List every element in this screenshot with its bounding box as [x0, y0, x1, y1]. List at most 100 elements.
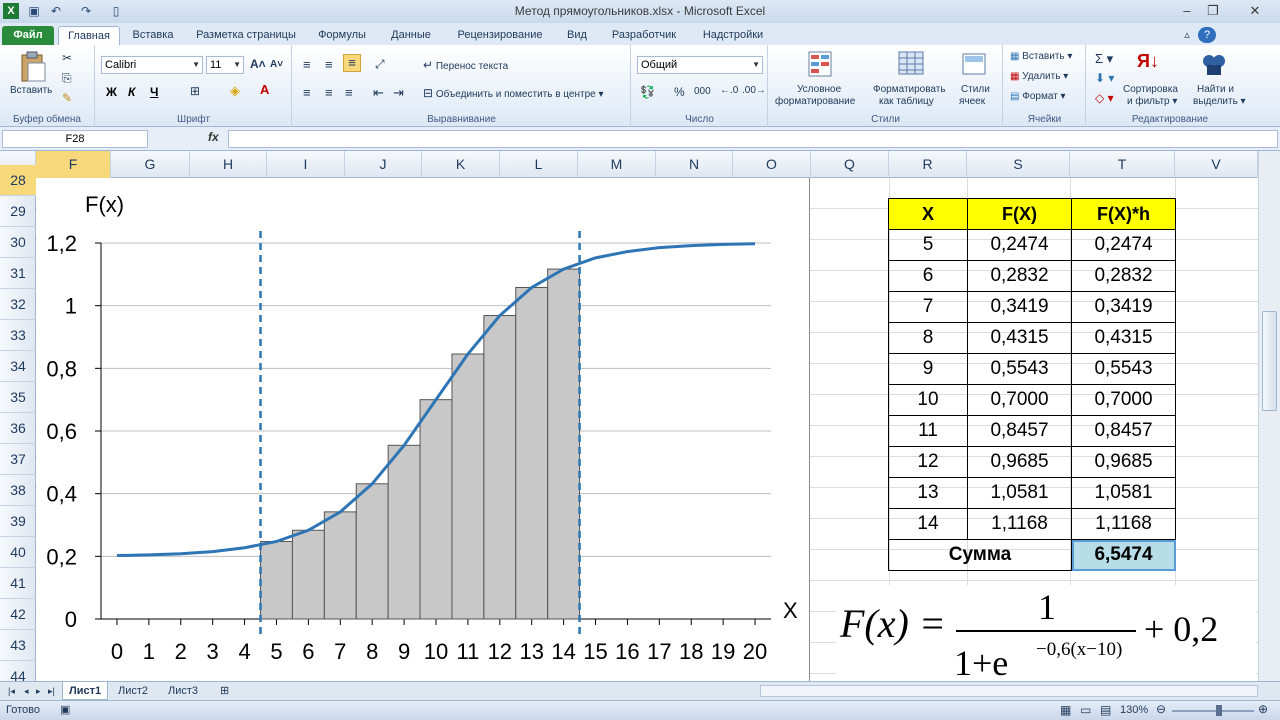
format-painter-icon[interactable]: ✎: [62, 91, 72, 105]
tab-addins[interactable]: Надстройки: [694, 26, 772, 45]
align-middle-icon[interactable]: ≡: [325, 57, 333, 72]
column-header[interactable]: S: [967, 151, 1070, 178]
table-cell[interactable]: 0,9685: [967, 446, 1072, 478]
cell-styles-icon[interactable]: [961, 50, 989, 78]
conditional-format-label2[interactable]: форматирование: [775, 96, 855, 107]
row-header[interactable]: 43: [0, 630, 36, 661]
table-cell[interactable]: 5: [888, 229, 968, 261]
row-header[interactable]: 36: [0, 413, 36, 444]
close-icon[interactable]: ✕: [1244, 2, 1266, 20]
table-cell[interactable]: 12: [888, 446, 968, 478]
table-cell[interactable]: 0,7000: [1071, 384, 1176, 416]
table-cell[interactable]: 0,2474: [967, 229, 1072, 261]
chart[interactable]: 0 0,2 0,4 0,6 0,8 1 1,2 0 1 2 3 4 5 6 7 8 9 10 11 12 13 14 15 1…: [37, 178, 810, 682]
font-size-select[interactable]: 11 ▼: [206, 56, 244, 74]
help-icon[interactable]: ?: [1198, 27, 1216, 43]
table-cell[interactable]: 0,2832: [967, 260, 1072, 292]
align-right-icon[interactable]: ≡: [345, 85, 353, 100]
table-cell[interactable]: 0,5543: [1071, 353, 1176, 385]
row-header[interactable]: 32: [0, 289, 36, 320]
table-cell[interactable]: 8: [888, 322, 968, 354]
new-sheet-icon[interactable]: ⊞: [214, 682, 235, 700]
formula-input[interactable]: [228, 130, 1278, 148]
column-header[interactable]: J: [345, 151, 422, 178]
table-cell[interactable]: 1,0581: [967, 477, 1072, 509]
orientation-icon[interactable]: ⤢: [375, 57, 385, 72]
wrap-text-button[interactable]: ↵ Перенос текста: [423, 58, 508, 72]
row-header[interactable]: 31: [0, 258, 36, 289]
format-table-label[interactable]: Форматировать: [873, 84, 946, 95]
find-select-label[interactable]: Найти и: [1197, 84, 1234, 95]
minimize-icon[interactable]: –: [1176, 2, 1198, 20]
cell-styles-label[interactable]: Стили: [961, 84, 990, 95]
underline-button[interactable]: Ч: [150, 85, 158, 99]
clear-icon[interactable]: ◇ ▾: [1095, 91, 1114, 105]
conditional-format-icon[interactable]: [807, 50, 835, 78]
table-cell[interactable]: 0,5543: [967, 353, 1072, 385]
cell-styles-label2[interactable]: ячеек: [959, 96, 985, 107]
table-cell[interactable]: 13: [888, 477, 968, 509]
row-header[interactable]: 39: [0, 506, 36, 537]
decrease-decimal-icon[interactable]: .00→: [742, 85, 766, 96]
table-header-x[interactable]: X: [888, 198, 968, 230]
column-header[interactable]: M: [578, 151, 656, 178]
sort-filter-icon[interactable]: Я↓: [1137, 51, 1159, 72]
table-header-fx[interactable]: F(X): [967, 198, 1072, 230]
row-header[interactable]: 28: [0, 165, 36, 196]
insert-function-button[interactable]: fx: [208, 130, 219, 144]
number-format-select[interactable]: Общий ▼: [637, 56, 763, 74]
formula-image[interactable]: F(x) = 1 1+e −0,6(x−10) + 0,2: [836, 585, 1256, 683]
borders-icon[interactable]: ⊞: [190, 84, 200, 98]
column-header[interactable]: K: [422, 151, 500, 178]
zoom-in-icon[interactable]: ⊕: [1258, 702, 1268, 716]
table-cell[interactable]: 0,2832: [1071, 260, 1176, 292]
normal-view-icon[interactable]: ▦: [1060, 703, 1071, 717]
table-cell[interactable]: 0,7000: [967, 384, 1072, 416]
sum-label[interactable]: Сумма: [888, 539, 1072, 571]
align-left-icon[interactable]: ≡: [303, 85, 311, 100]
table-cell[interactable]: 1,1168: [967, 508, 1072, 540]
column-header[interactable]: V: [1175, 151, 1258, 178]
bold-button[interactable]: Ж: [106, 85, 117, 99]
font-name-select[interactable]: Calibri ▼: [101, 56, 203, 74]
restore-icon[interactable]: ❐: [1202, 2, 1224, 20]
conditional-format-label[interactable]: Условное: [797, 84, 841, 95]
find-select-label2[interactable]: выделить ▾: [1193, 96, 1246, 107]
row-header[interactable]: 38: [0, 475, 36, 506]
column-header[interactable]: N: [656, 151, 733, 178]
row-header[interactable]: 41: [0, 568, 36, 599]
table-cell[interactable]: 9: [888, 353, 968, 385]
increase-indent-icon[interactable]: ⇥: [393, 85, 404, 101]
table-cell[interactable]: 0,9685: [1071, 446, 1176, 478]
row-header[interactable]: 33: [0, 320, 36, 351]
tab-file[interactable]: Файл: [2, 26, 54, 45]
column-header[interactable]: G: [111, 151, 190, 178]
sort-filter-label2[interactable]: и фильтр ▾: [1127, 96, 1177, 107]
sheet-tab-1[interactable]: Лист1: [62, 682, 109, 700]
page-break-view-icon[interactable]: ▤: [1100, 703, 1111, 717]
sum-value[interactable]: 6,5474: [1071, 539, 1176, 571]
table-cell[interactable]: 0,4315: [967, 322, 1072, 354]
format-table-label2[interactable]: как таблицу: [879, 96, 934, 107]
paste-button[interactable]: Вставить: [10, 85, 52, 96]
align-bottom-icon[interactable]: ≡: [343, 54, 361, 72]
column-header[interactable]: L: [500, 151, 578, 178]
macro-record-icon[interactable]: ▣: [60, 703, 70, 716]
copy-icon[interactable]: ⎘: [62, 71, 72, 86]
table-cell[interactable]: 14: [888, 508, 968, 540]
tab-developer[interactable]: Разработчик: [604, 26, 684, 45]
zoom-slider-handle[interactable]: [1216, 705, 1222, 716]
font-color-icon[interactable]: A: [260, 82, 269, 97]
tab-insert[interactable]: Вставка: [126, 26, 180, 45]
table-cell[interactable]: 1,0581: [1071, 477, 1176, 509]
autosum-icon[interactable]: Σ ▾: [1095, 51, 1113, 67]
shrink-font-icon[interactable]: A˅: [270, 59, 283, 70]
decrease-indent-icon[interactable]: ⇤: [373, 85, 384, 101]
insert-cells-button[interactable]: ▦ Вставить ▾: [1010, 51, 1072, 62]
format-table-icon[interactable]: [897, 50, 927, 78]
column-header[interactable]: I: [267, 151, 345, 178]
row-header[interactable]: 40: [0, 537, 36, 568]
fill-color-icon[interactable]: ◈: [230, 83, 240, 99]
sheet-nav-last-icon[interactable]: ▸|: [42, 682, 61, 700]
table-cell[interactable]: 0,8457: [967, 415, 1072, 447]
